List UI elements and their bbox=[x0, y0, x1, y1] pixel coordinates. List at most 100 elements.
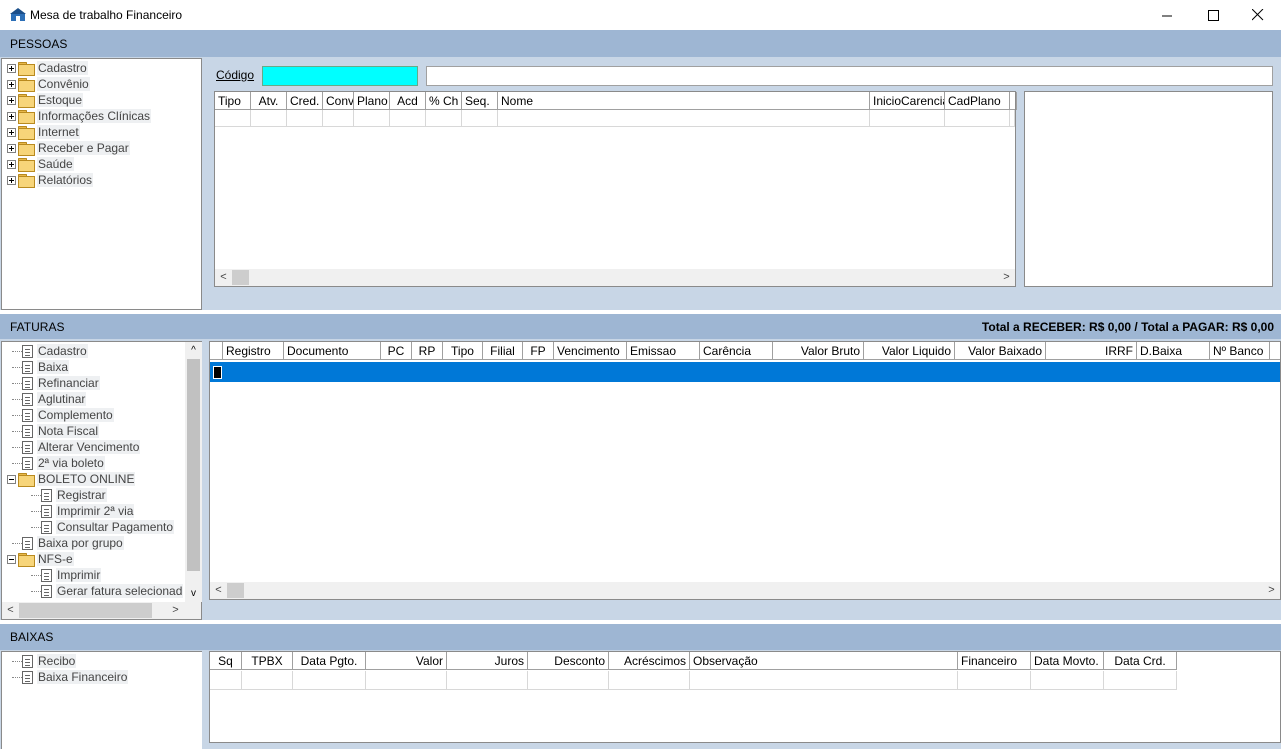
tree-item-baixa-financeiro[interactable]: Baixa Financeiro bbox=[12, 669, 129, 685]
column-header-documento[interactable]: Documento bbox=[284, 342, 381, 360]
codigo-input[interactable] bbox=[262, 66, 418, 86]
maximize-button[interactable] bbox=[1190, 0, 1236, 30]
expand-icon[interactable] bbox=[7, 175, 16, 185]
scroll-thumb[interactable] bbox=[232, 270, 249, 285]
tree-item-aglutinar[interactable]: Aglutinar bbox=[12, 391, 87, 407]
faturas-tree-vscroll[interactable]: ^ v bbox=[185, 342, 202, 602]
tree-item-consultar-pagamento[interactable]: Consultar Pagamento bbox=[31, 519, 175, 535]
column-header-valor-liquido[interactable]: Valor Liquido bbox=[864, 342, 955, 360]
grid-cell[interactable] bbox=[462, 110, 498, 126]
column-header-carencia[interactable]: Carência bbox=[700, 342, 773, 360]
column-header-data-pgto[interactable]: Data Pgto. bbox=[293, 652, 366, 670]
scroll-left-icon[interactable]: < bbox=[215, 269, 232, 286]
column-header-data-movto[interactable]: Data Movto. bbox=[1031, 652, 1104, 670]
baixas-grid-empty-row[interactable] bbox=[210, 671, 1177, 690]
expand-icon[interactable] bbox=[7, 63, 16, 73]
tree-item-complemento[interactable]: Complemento bbox=[12, 407, 114, 423]
collapse-icon[interactable] bbox=[7, 474, 16, 484]
scroll-down-icon[interactable]: v bbox=[185, 585, 202, 602]
column-header-emissao[interactable]: Emissao bbox=[627, 342, 700, 360]
grid-cell[interactable] bbox=[287, 110, 323, 126]
grid-cell[interactable] bbox=[323, 110, 354, 126]
column-header-registro[interactable]: Registro bbox=[223, 342, 284, 360]
tree-item-cadastro[interactable]: Cadastro bbox=[12, 343, 88, 359]
tree-item-cadastro[interactable]: Cadastro bbox=[7, 60, 88, 76]
scroll-left-icon[interactable]: < bbox=[210, 582, 227, 599]
grid-cell[interactable] bbox=[251, 110, 287, 126]
column-header-tipo[interactable]: Tipo bbox=[215, 92, 251, 110]
column-header-nome[interactable]: Nome bbox=[498, 92, 870, 110]
expand-icon[interactable] bbox=[7, 127, 16, 137]
column-header-extra[interactable] bbox=[1010, 92, 1017, 110]
column-header-filial[interactable]: Filial bbox=[483, 342, 523, 360]
description-input[interactable] bbox=[426, 66, 1273, 86]
faturas-grid-hscroll[interactable]: < > bbox=[210, 582, 1280, 599]
tree-item-receber-e-pagar[interactable]: Receber e Pagar bbox=[7, 140, 130, 156]
grid-cell[interactable] bbox=[498, 110, 870, 126]
scroll-left-icon[interactable]: < bbox=[2, 602, 19, 619]
faturas-grid[interactable]: Registro Documento PC RP Tipo Filial FP Vencime… bbox=[209, 341, 1281, 600]
column-header-n-banco[interactable]: Nº Banco bbox=[1210, 342, 1270, 360]
tree-item-2-via-boleto[interactable]: 2ª via boleto bbox=[12, 455, 105, 471]
minimize-button[interactable] bbox=[1144, 0, 1190, 30]
pessoas-grid[interactable]: Tipo Atv. Cred. Conv. Plano Acd% Ch Seq. Nome In… bbox=[214, 91, 1017, 287]
column-header-atv[interactable]: Atv. bbox=[251, 92, 287, 110]
column-header-iniciocarencia[interactable]: InicioCarencia bbox=[870, 92, 945, 110]
column-header-d-baixa[interactable]: D.Baixa bbox=[1137, 342, 1210, 360]
grid-cell[interactable] bbox=[945, 110, 1010, 126]
tree-item-nota-fiscal[interactable]: Nota Fiscal bbox=[12, 423, 100, 439]
column-header-data-crd[interactable]: Data Crd. bbox=[1104, 652, 1177, 670]
grid-cell[interactable] bbox=[215, 110, 251, 126]
grid-cell[interactable] bbox=[690, 671, 958, 689]
grid-cell[interactable] bbox=[426, 110, 462, 126]
tree-item-gerar-fatura-selecionad[interactable]: Gerar fatura selecionad bbox=[31, 583, 184, 599]
grid-cell[interactable] bbox=[1031, 671, 1104, 689]
tree-item-baixa[interactable]: Baixa bbox=[12, 359, 70, 375]
tree-item-boleto-online[interactable]: BOLETO ONLINE bbox=[7, 471, 136, 487]
grid-cell[interactable] bbox=[366, 671, 447, 689]
expand-icon[interactable] bbox=[7, 143, 16, 153]
tree-item-saude[interactable]: Saúde bbox=[7, 156, 74, 172]
faturas-selected-row[interactable] bbox=[210, 362, 1280, 382]
scroll-right-icon[interactable]: > bbox=[167, 602, 184, 619]
grid-cell[interactable] bbox=[1010, 110, 1015, 126]
column-header-tpbx[interactable]: TPBX bbox=[242, 652, 293, 670]
tree-item-informacoes-clinicas[interactable]: Informações Clínicas bbox=[7, 108, 152, 124]
column-header-fp[interactable]: FP bbox=[523, 342, 554, 360]
grid-cell[interactable] bbox=[528, 671, 609, 689]
tree-item-imprimir[interactable]: Imprimir bbox=[31, 567, 102, 583]
column-header-cadplano[interactable]: CadPlano bbox=[945, 92, 1010, 110]
column-header-irrf[interactable]: IRRF bbox=[1046, 342, 1137, 360]
tree-item-baixa-por-grupo[interactable]: Baixa por grupo bbox=[12, 535, 124, 551]
grid-cell[interactable] bbox=[870, 110, 945, 126]
column-header-valor-bruto[interactable]: Valor Bruto bbox=[773, 342, 864, 360]
baixas-grid[interactable]: Sq TPBX Data Pgto. Valor Juros Desconto Acrésc… bbox=[209, 651, 1281, 743]
column-header-plano[interactable]: Plano bbox=[354, 92, 390, 110]
expand-icon[interactable] bbox=[7, 95, 16, 105]
column-header-vencimento[interactable]: Vencimento bbox=[554, 342, 627, 360]
expand-icon[interactable] bbox=[7, 159, 16, 169]
column-header-desconto[interactable]: Desconto bbox=[528, 652, 609, 670]
scroll-up-icon[interactable]: ^ bbox=[185, 342, 202, 359]
column-header-cred[interactable]: Cred. bbox=[287, 92, 323, 110]
grid-cell[interactable] bbox=[1104, 671, 1177, 689]
scroll-thumb[interactable] bbox=[187, 359, 200, 571]
column-header-conv[interactable]: Conv. bbox=[323, 92, 354, 110]
tree-item-internet[interactable]: Internet bbox=[7, 124, 80, 140]
column-header-acrescimos[interactable]: Acréscimos bbox=[609, 652, 690, 670]
column-header-financeiro[interactable]: Financeiro bbox=[958, 652, 1031, 670]
scroll-right-icon[interactable]: > bbox=[998, 269, 1015, 286]
column-header-sq[interactable]: Sq bbox=[210, 652, 242, 670]
expand-icon[interactable] bbox=[7, 79, 16, 89]
tree-item-refinanciar[interactable]: Refinanciar bbox=[12, 375, 100, 391]
grid-cell[interactable] bbox=[210, 671, 242, 689]
column-header-pc[interactable]: PC bbox=[381, 342, 412, 360]
expand-icon[interactable] bbox=[7, 111, 16, 121]
grid-cell[interactable] bbox=[293, 671, 366, 689]
tree-item-relatorios[interactable]: Relatórios bbox=[7, 172, 94, 188]
collapse-icon[interactable] bbox=[7, 554, 16, 564]
grid-cell[interactable] bbox=[242, 671, 293, 689]
tree-item-registrar[interactable]: Registrar bbox=[31, 487, 107, 503]
column-header-acd[interactable]: Acd bbox=[390, 92, 426, 110]
column-header-juros[interactable]: Juros bbox=[447, 652, 528, 670]
